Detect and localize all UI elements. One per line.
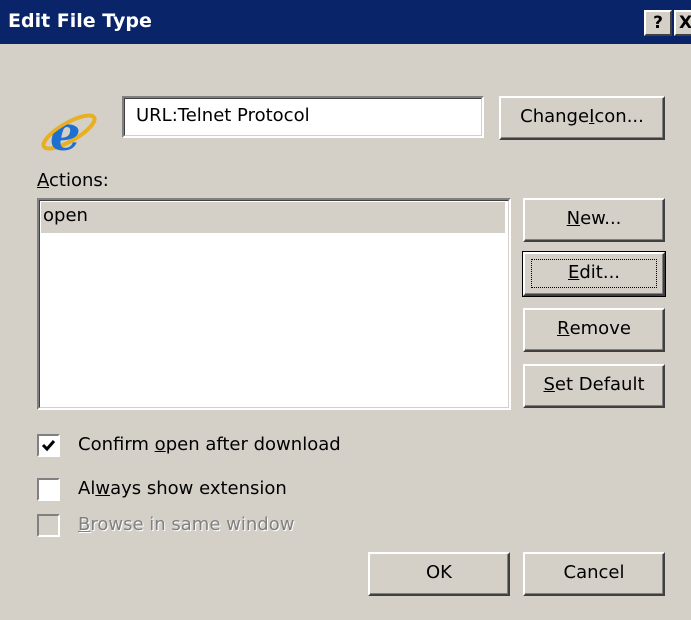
always-show-extension-label[interactable]: Always show extension: [78, 478, 287, 499]
edit-button[interactable]: Edit...: [522, 251, 666, 297]
browse-same-window-label: Browse in same window: [78, 514, 295, 535]
confirm-open-label[interactable]: Confirm open after download: [78, 434, 341, 455]
change-icon-button[interactable]: Change Icon...: [499, 96, 665, 140]
actions-listbox[interactable]: open: [37, 198, 511, 410]
checkmark-icon: [41, 440, 56, 452]
confirm-open-checkbox[interactable]: [37, 434, 60, 457]
title-bar[interactable]: Edit File Type ? X: [0, 0, 691, 44]
ok-button[interactable]: OK: [368, 552, 510, 596]
actions-label: Actions:: [37, 170, 109, 191]
cancel-button[interactable]: Cancel: [523, 552, 665, 596]
browse-same-window-checkbox: [37, 514, 60, 537]
internet-explorer-icon: e: [37, 106, 101, 162]
edit-file-type-dialog: Edit File Type ? X e URL:Telnet Protocol…: [0, 0, 691, 620]
window-title: Edit File Type: [8, 10, 152, 32]
list-item[interactable]: open: [41, 202, 505, 233]
set-default-button[interactable]: Set Default: [523, 364, 665, 408]
type-description-input[interactable]: URL:Telnet Protocol: [122, 96, 484, 138]
remove-button[interactable]: Remove: [523, 308, 665, 352]
new-button[interactable]: New...: [523, 198, 665, 242]
close-button[interactable]: X: [674, 10, 691, 36]
help-button[interactable]: ?: [644, 10, 672, 36]
always-show-extension-checkbox[interactable]: [37, 478, 60, 501]
